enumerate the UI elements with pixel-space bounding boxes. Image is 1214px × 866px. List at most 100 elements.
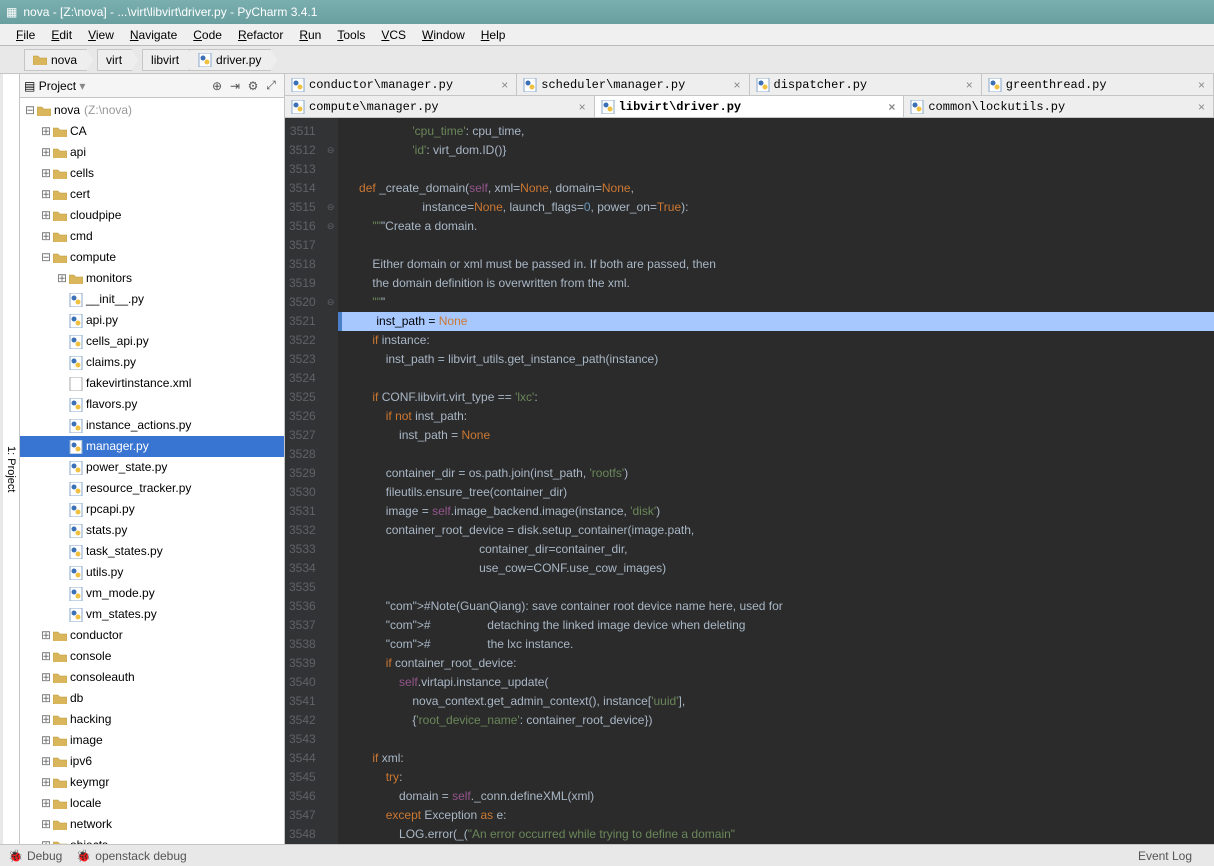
tree-twist-icon[interactable]: ⊞ — [40, 163, 52, 184]
editor-tab-dispatcher-py[interactable]: dispatcher.py× — [750, 74, 982, 95]
tool-tab-structure[interactable]: 7: Structure — [0, 74, 3, 866]
tree-twist-icon[interactable]: ⊞ — [40, 667, 52, 688]
tree-file-vm_mode-py[interactable]: vm_mode.py — [20, 583, 284, 604]
tree-twist-icon[interactable]: ⊞ — [40, 772, 52, 793]
close-tab-icon[interactable]: × — [1196, 78, 1207, 92]
tree-file-api-py[interactable]: api.py — [20, 310, 284, 331]
tree-file-fakevirtinstance-xml[interactable]: fakevirtinstance.xml — [20, 373, 284, 394]
tree-file-rpcapi-py[interactable]: rpcapi.py — [20, 499, 284, 520]
menu-file[interactable]: File — [8, 26, 43, 44]
tree-folder-api[interactable]: ⊞api — [20, 142, 284, 163]
tree-twist-icon[interactable]: ⊟ — [24, 100, 36, 121]
tree-folder-cmd[interactable]: ⊞cmd — [20, 226, 284, 247]
tree-folder-locale[interactable]: ⊞locale — [20, 793, 284, 814]
tree-folder-cert[interactable]: ⊞cert — [20, 184, 284, 205]
tree-file-stats-py[interactable]: stats.py — [20, 520, 284, 541]
menu-refactor[interactable]: Refactor — [230, 26, 291, 44]
menu-tools[interactable]: Tools — [329, 26, 373, 44]
tree-folder-image[interactable]: ⊞ image — [20, 730, 284, 751]
project-tree[interactable]: ⊟nova(Z:\nova)⊞CA⊞api⊞cells⊞cert⊞cloudpi… — [20, 98, 284, 866]
tree-root[interactable]: ⊟nova(Z:\nova) — [20, 100, 284, 121]
close-tab-icon[interactable]: × — [1196, 100, 1207, 114]
code-content[interactable]: 'cpu_time': cpu_time, 'id': virt_dom.ID(… — [338, 118, 1214, 866]
tree-folder-network[interactable]: ⊞network — [20, 814, 284, 835]
tree-file-manager-py[interactable]: manager.py — [20, 436, 284, 457]
tree-file-vm_states-py[interactable]: vm_states.py — [20, 604, 284, 625]
menu-vcs[interactable]: VCS — [373, 26, 414, 44]
tree-folder-conductor[interactable]: ⊞conductor — [20, 625, 284, 646]
tool-tab-project[interactable]: 1: Project — [3, 74, 19, 866]
fold-gutter[interactable]: ⊖⊖⊖⊖ — [324, 118, 338, 866]
collapse-all-icon[interactable]: ⇥ — [226, 79, 244, 93]
tree-twist-icon[interactable]: ⊞ — [40, 709, 52, 730]
hide-icon[interactable]: ⤢ — [262, 78, 280, 93]
debug-tool-button[interactable]: 🐞Debug — [8, 849, 62, 863]
menu-code[interactable]: Code — [185, 26, 230, 44]
status-bar: 🐞Debug 🐞openstack debug Event Log — [0, 844, 1214, 866]
tree-twist-icon[interactable]: ⊞ — [40, 142, 52, 163]
tree-file-resource_tracker-py[interactable]: resource_tracker.py — [20, 478, 284, 499]
scroll-to-source-icon[interactable]: ⊕ — [208, 79, 226, 93]
tree-file-__init__-py[interactable]: __init__.py — [20, 289, 284, 310]
chevron-down-icon[interactable]: ▾ — [79, 79, 85, 93]
tree-item-label: keymgr — [70, 772, 109, 793]
tree-folder-console[interactable]: ⊞console — [20, 646, 284, 667]
editor-tab-greenthread-py[interactable]: greenthread.py× — [982, 74, 1214, 95]
tree-twist-icon[interactable]: ⊞ — [40, 793, 52, 814]
event-log-button[interactable]: Event Log — [1138, 849, 1192, 863]
tree-folder-consoleauth[interactable]: ⊞consoleauth — [20, 667, 284, 688]
tree-file-power_state-py[interactable]: power_state.py — [20, 457, 284, 478]
tree-item-label: image — [70, 730, 103, 751]
menu-edit[interactable]: Edit — [43, 26, 80, 44]
tree-twist-icon[interactable]: ⊞ — [40, 184, 52, 205]
tree-twist-icon[interactable]: ⊞ — [56, 268, 68, 289]
tree-file-task_states-py[interactable]: task_states.py — [20, 541, 284, 562]
tree-folder-ipv6[interactable]: ⊞ipv6 — [20, 751, 284, 772]
tree-file-utils-py[interactable]: utils.py — [20, 562, 284, 583]
close-tab-icon[interactable]: × — [886, 100, 897, 114]
editor-tab-conductor-manager-py[interactable]: conductor\manager.py× — [285, 74, 517, 95]
editor-tab-common-lockutils-py[interactable]: common\lockutils.py× — [904, 96, 1214, 117]
tree-folder-compute[interactable]: ⊟compute — [20, 247, 284, 268]
tree-file-flavors-py[interactable]: flavors.py — [20, 394, 284, 415]
run-config-button[interactable]: 🐞openstack debug — [76, 849, 186, 863]
close-tab-icon[interactable]: × — [731, 78, 742, 92]
editor-tab-compute-manager-py[interactable]: compute\manager.py× — [285, 96, 595, 117]
breadcrumb-virt[interactable]: virt — [97, 49, 132, 71]
tree-twist-icon[interactable]: ⊞ — [40, 226, 52, 247]
gear-icon[interactable]: ⚙ — [244, 79, 262, 93]
tree-folder-cloudpipe[interactable]: ⊞cloudpipe — [20, 205, 284, 226]
tree-folder-cells[interactable]: ⊞cells — [20, 163, 284, 184]
editor-tab-libvirt-driver-py[interactable]: libvirt\driver.py× — [595, 96, 905, 117]
tree-folder-db[interactable]: ⊞db — [20, 688, 284, 709]
tree-file-claims-py[interactable]: claims.py — [20, 352, 284, 373]
tree-folder-keymgr[interactable]: ⊞ keymgr — [20, 772, 284, 793]
menu-view[interactable]: View — [80, 26, 122, 44]
breadcrumb-libvirt[interactable]: libvirt — [142, 49, 189, 71]
tree-twist-icon[interactable]: ⊞ — [40, 121, 52, 142]
code-editor[interactable]: 3511351235133514351535163517351835193520… — [285, 118, 1214, 866]
tree-twist-icon[interactable]: ⊞ — [40, 205, 52, 226]
tree-folder-monitors[interactable]: ⊞monitors — [20, 268, 284, 289]
tree-file-instance_actions-py[interactable]: instance_actions.py — [20, 415, 284, 436]
tree-twist-icon[interactable]: ⊞ — [40, 625, 52, 646]
menu-help[interactable]: Help — [473, 26, 514, 44]
tree-file-cells_api-py[interactable]: cells_api.py — [20, 331, 284, 352]
breadcrumb-driver.py[interactable]: driver.py — [189, 49, 271, 71]
editor-tab-scheduler-manager-py[interactable]: scheduler\manager.py× — [517, 74, 749, 95]
tree-twist-icon[interactable]: ⊞ — [40, 688, 52, 709]
menu-navigate[interactable]: Navigate — [122, 26, 185, 44]
close-tab-icon[interactable]: × — [577, 100, 588, 114]
tree-twist-icon[interactable]: ⊟ — [40, 247, 52, 268]
close-tab-icon[interactable]: × — [964, 78, 975, 92]
tree-folder-CA[interactable]: ⊞CA — [20, 121, 284, 142]
tree-folder-hacking[interactable]: ⊞hacking — [20, 709, 284, 730]
tree-twist-icon[interactable]: ⊞ — [40, 751, 52, 772]
menu-run[interactable]: Run — [291, 26, 329, 44]
close-tab-icon[interactable]: × — [499, 78, 510, 92]
tree-twist-icon[interactable]: ⊞ — [40, 814, 52, 835]
tree-twist-icon[interactable]: ⊞ — [40, 730, 52, 751]
menu-window[interactable]: Window — [414, 26, 473, 44]
breadcrumb-nova[interactable]: nova — [24, 49, 87, 71]
tree-twist-icon[interactable]: ⊞ — [40, 646, 52, 667]
